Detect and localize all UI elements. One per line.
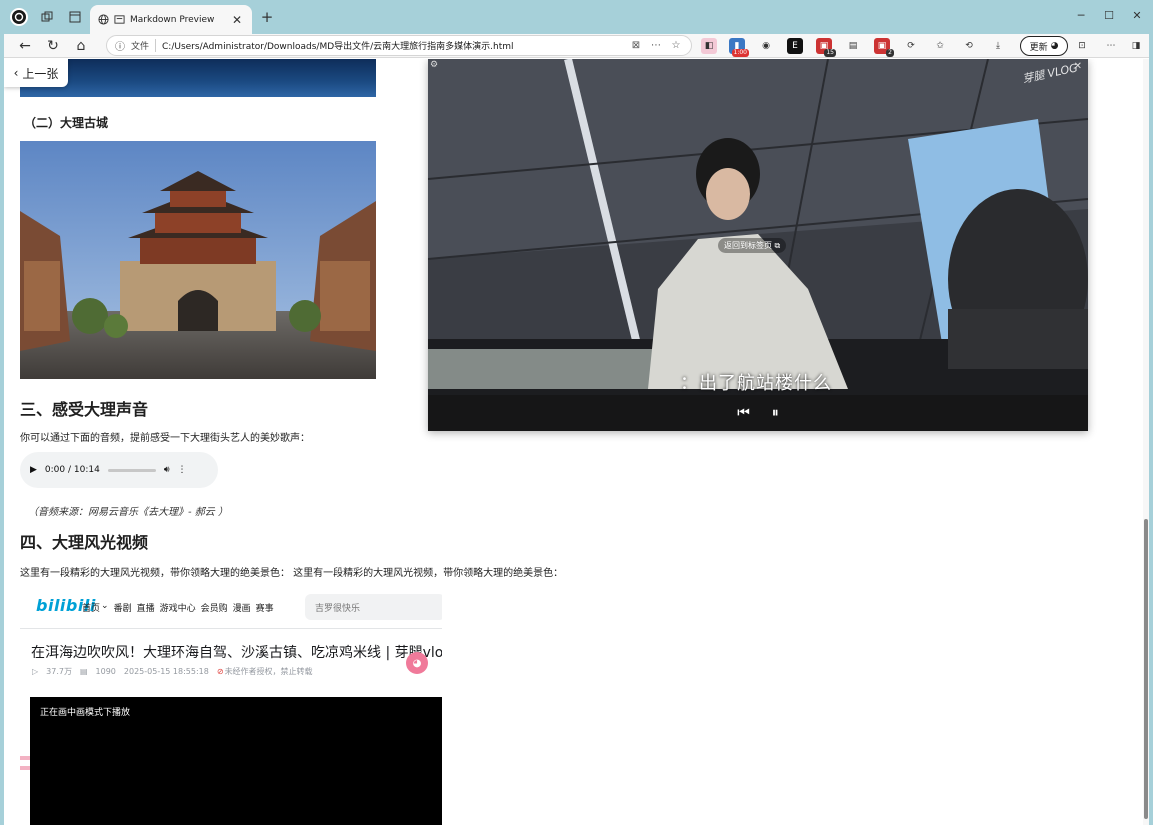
chevron-left-icon: ‹ <box>13 66 19 80</box>
publish-date: 2025-05-15 18:55:18 <box>123 667 209 676</box>
bili-nav-mall[interactable]: 会员购 <box>201 601 228 614</box>
close-window-icon[interactable]: ✕ <box>1128 9 1146 22</box>
section-video-heading: 四、大理风光视频 <box>20 533 149 552</box>
globe-icon <box>98 10 109 29</box>
bili-search-input[interactable]: 吉罗很快乐 <box>305 594 442 620</box>
bilibili-embed: bilibili 首页 ⌄ 番剧 直播 游戏中心 会员购 漫画 赛事 吉罗很快乐 … <box>20 584 442 825</box>
screenshot-icon[interactable]: ◉ <box>758 38 774 54</box>
bili-mascot-icon[interactable]: ◕ <box>406 652 428 674</box>
audio-time: 0:00 / 10:14 <box>44 465 100 475</box>
chevron-down-icon: ⌄ <box>101 601 109 611</box>
danmaku-icon: ▤ <box>79 667 88 676</box>
pip-settings-icon[interactable]: ⚙ <box>430 60 438 70</box>
extension-pink-icon[interactable]: ◧ <box>701 38 717 54</box>
copilot-icon[interactable]: ⊡ <box>1074 38 1090 54</box>
bilibili-nav: 首页 ⌄ 番剧 直播 游戏中心 会员购 漫画 赛事 <box>82 601 274 614</box>
download-icon[interactable]: ⤓ <box>990 38 1006 54</box>
workspaces-icon[interactable] <box>38 8 56 26</box>
back-to-tab-label: 返回到标签页 <box>724 241 772 250</box>
back-icon[interactable]: ← <box>16 37 34 55</box>
bili-nav-comics[interactable]: 漫画 <box>233 601 251 614</box>
close-tab-icon[interactable]: ✕ <box>230 13 244 27</box>
no-repost-icon: ⊘ <box>216 667 224 676</box>
audio-source-note: （音频来源：网易云音乐《去大理》- 郝云 ） <box>28 507 228 518</box>
sidebar-toggle-icon[interactable]: ◨ <box>1128 38 1144 54</box>
audio-more-icon[interactable]: ⋮ <box>178 465 187 475</box>
previous-track-icon[interactable]: ⏮︎ <box>737 405 750 421</box>
audio-player: ▶ 0:00 / 10:14 🔊︎ ⋮ <box>20 452 218 488</box>
pip-video-window[interactable]: ⚙ ✕ 芽腿 VLOG 返回到标签页 ⧉ ：出了航站楼什么 ⏮︎ ⏸︎ <box>428 59 1088 431</box>
extension-e-icon[interactable]: E <box>787 38 803 54</box>
home-icon[interactable]: ⌂ <box>72 37 90 55</box>
volume-icon[interactable]: 🔊︎ <box>164 465 170 475</box>
favorites-icon[interactable]: ✩ <box>932 38 948 54</box>
dali-old-town-image <box>20 141 376 379</box>
pip-controls: ⏮︎ ⏸︎ <box>428 395 1088 431</box>
address-toolbar: ← ↻ ⌂ ⓘ 文件 C:/Users/Administrator/Downlo… <box>4 34 1149 58</box>
prev-button[interactable]: ‹ 上一张 <box>4 59 68 87</box>
extension-red-icon[interactable]: ▣ 15 <box>816 38 836 57</box>
tab-markdown-preview[interactable]: Markdown Preview ✕ <box>90 5 252 34</box>
reader-mode-icon[interactable]: ⊠ <box>629 40 643 51</box>
audio-seek-bar[interactable] <box>107 468 156 472</box>
bili-nav-esports[interactable]: 赛事 <box>256 601 274 614</box>
red2-ext-badge: 2 <box>886 49 894 57</box>
red-ext-badge: 15 <box>824 49 836 57</box>
extension-timer-icon[interactable]: ▮ 1:00 <box>729 38 749 57</box>
history-icon[interactable]: ⟲ <box>961 38 977 54</box>
prev-label: 上一张 <box>22 66 59 81</box>
bili-video-player[interactable]: 正在画中画模式下播放 <box>30 697 442 825</box>
back-to-tab-button[interactable]: 返回到标签页 ⧉ <box>718 238 787 253</box>
bili-nav-live[interactable]: 直播 <box>137 601 155 614</box>
bili-nav-games[interactable]: 游戏中心 <box>160 601 196 614</box>
side-decoration <box>20 756 30 778</box>
scrollbar[interactable] <box>1143 59 1149 825</box>
section-old-town-heading: （二）大理古城 <box>24 116 109 130</box>
more-tools-icon[interactable]: ⋯ <box>649 40 663 51</box>
play-icon[interactable]: ▶ <box>30 465 37 475</box>
bili-video-meta: ▷ 37.7万 ▤ 1090 2025-05-15 18:55:18 ⊘ 未经作者… <box>32 666 313 677</box>
minimize-icon[interactable]: ─ <box>1072 9 1090 22</box>
bili-nav-home[interactable]: 首页 <box>82 601 100 614</box>
timer-badge: 1:00 <box>731 49 749 57</box>
extension-red2-icon[interactable]: ▣ 2 <box>874 38 894 57</box>
danmaku-count: 1090 <box>95 667 116 676</box>
favorite-star-icon[interactable]: ☆ <box>669 40 683 51</box>
pause-icon[interactable]: ⏸︎ <box>772 405 779 421</box>
settings-more-icon[interactable]: ⋯ <box>1103 38 1119 54</box>
tab-strip: Markdown Preview ✕ + ─ ☐ ✕ <box>4 0 1149 34</box>
tab-actions-icon[interactable] <box>66 8 84 26</box>
maximize-icon[interactable]: ☐ <box>1100 9 1118 22</box>
views-count: 37.7万 <box>46 667 72 676</box>
tab-title: Markdown Preview <box>130 14 215 25</box>
browser-window: Markdown Preview ✕ + ─ ☐ ✕ ← ↻ ⌂ ⓘ 文件 C:… <box>0 0 1153 825</box>
views-icon: ▷ <box>32 667 39 676</box>
address-bar[interactable]: ⓘ 文件 C:/Users/Administrator/Downloads/MD… <box>106 35 692 56</box>
profile-icon[interactable] <box>10 8 28 26</box>
update-button[interactable]: 更新 ◕ <box>1020 36 1068 56</box>
bili-nav-anime[interactable]: 番剧 <box>114 601 132 614</box>
bili-video-title[interactable]: 在洱海边吹吹风！大理环海自驾、沙溪古镇、吃凉鸡米线 | 芽腿vlog217 <box>31 642 442 662</box>
video-description: 这里有一段精彩的大理风光视频，带你领略大理的绝美景色： 这里有一段精彩的大理风光… <box>20 568 564 579</box>
extensions-puzzle-icon[interactable]: ⟳ <box>903 38 919 54</box>
file-label: 文件 <box>131 39 157 52</box>
new-tab-button[interactable]: + <box>258 9 276 25</box>
page-content: ‹ 上一张 （二）大理古城 三、感受大理声音 你可以通过下面的音频，提前感受一下… <box>4 59 1143 825</box>
section-sound-heading: 三、感受大理声音 <box>20 400 149 419</box>
info-icon[interactable]: ⓘ <box>115 38 125 53</box>
pip-notice: 正在画中画模式下播放 <box>40 708 131 718</box>
rights-notice: 未经作者授权，禁止转载 <box>224 667 313 676</box>
extension-doc-icon[interactable]: ▤ <box>845 38 861 54</box>
avatar-icon: ◕ <box>1050 41 1059 51</box>
scrollbar-thumb[interactable] <box>1144 519 1148 819</box>
video-subtitle: ：出了航站楼什么 <box>680 373 832 394</box>
lake-image <box>20 59 376 97</box>
sound-description: 你可以通过下面的音频，提前感受一下大理街头艺人的美妙歌声： <box>20 433 310 444</box>
reload-icon[interactable]: ↻ <box>44 37 62 55</box>
divider <box>20 628 442 629</box>
page-icon <box>114 10 125 29</box>
update-label: 更新 <box>1029 42 1048 53</box>
url-text[interactable]: C:/Users/Administrator/Downloads/MD导出文件/… <box>162 39 623 52</box>
